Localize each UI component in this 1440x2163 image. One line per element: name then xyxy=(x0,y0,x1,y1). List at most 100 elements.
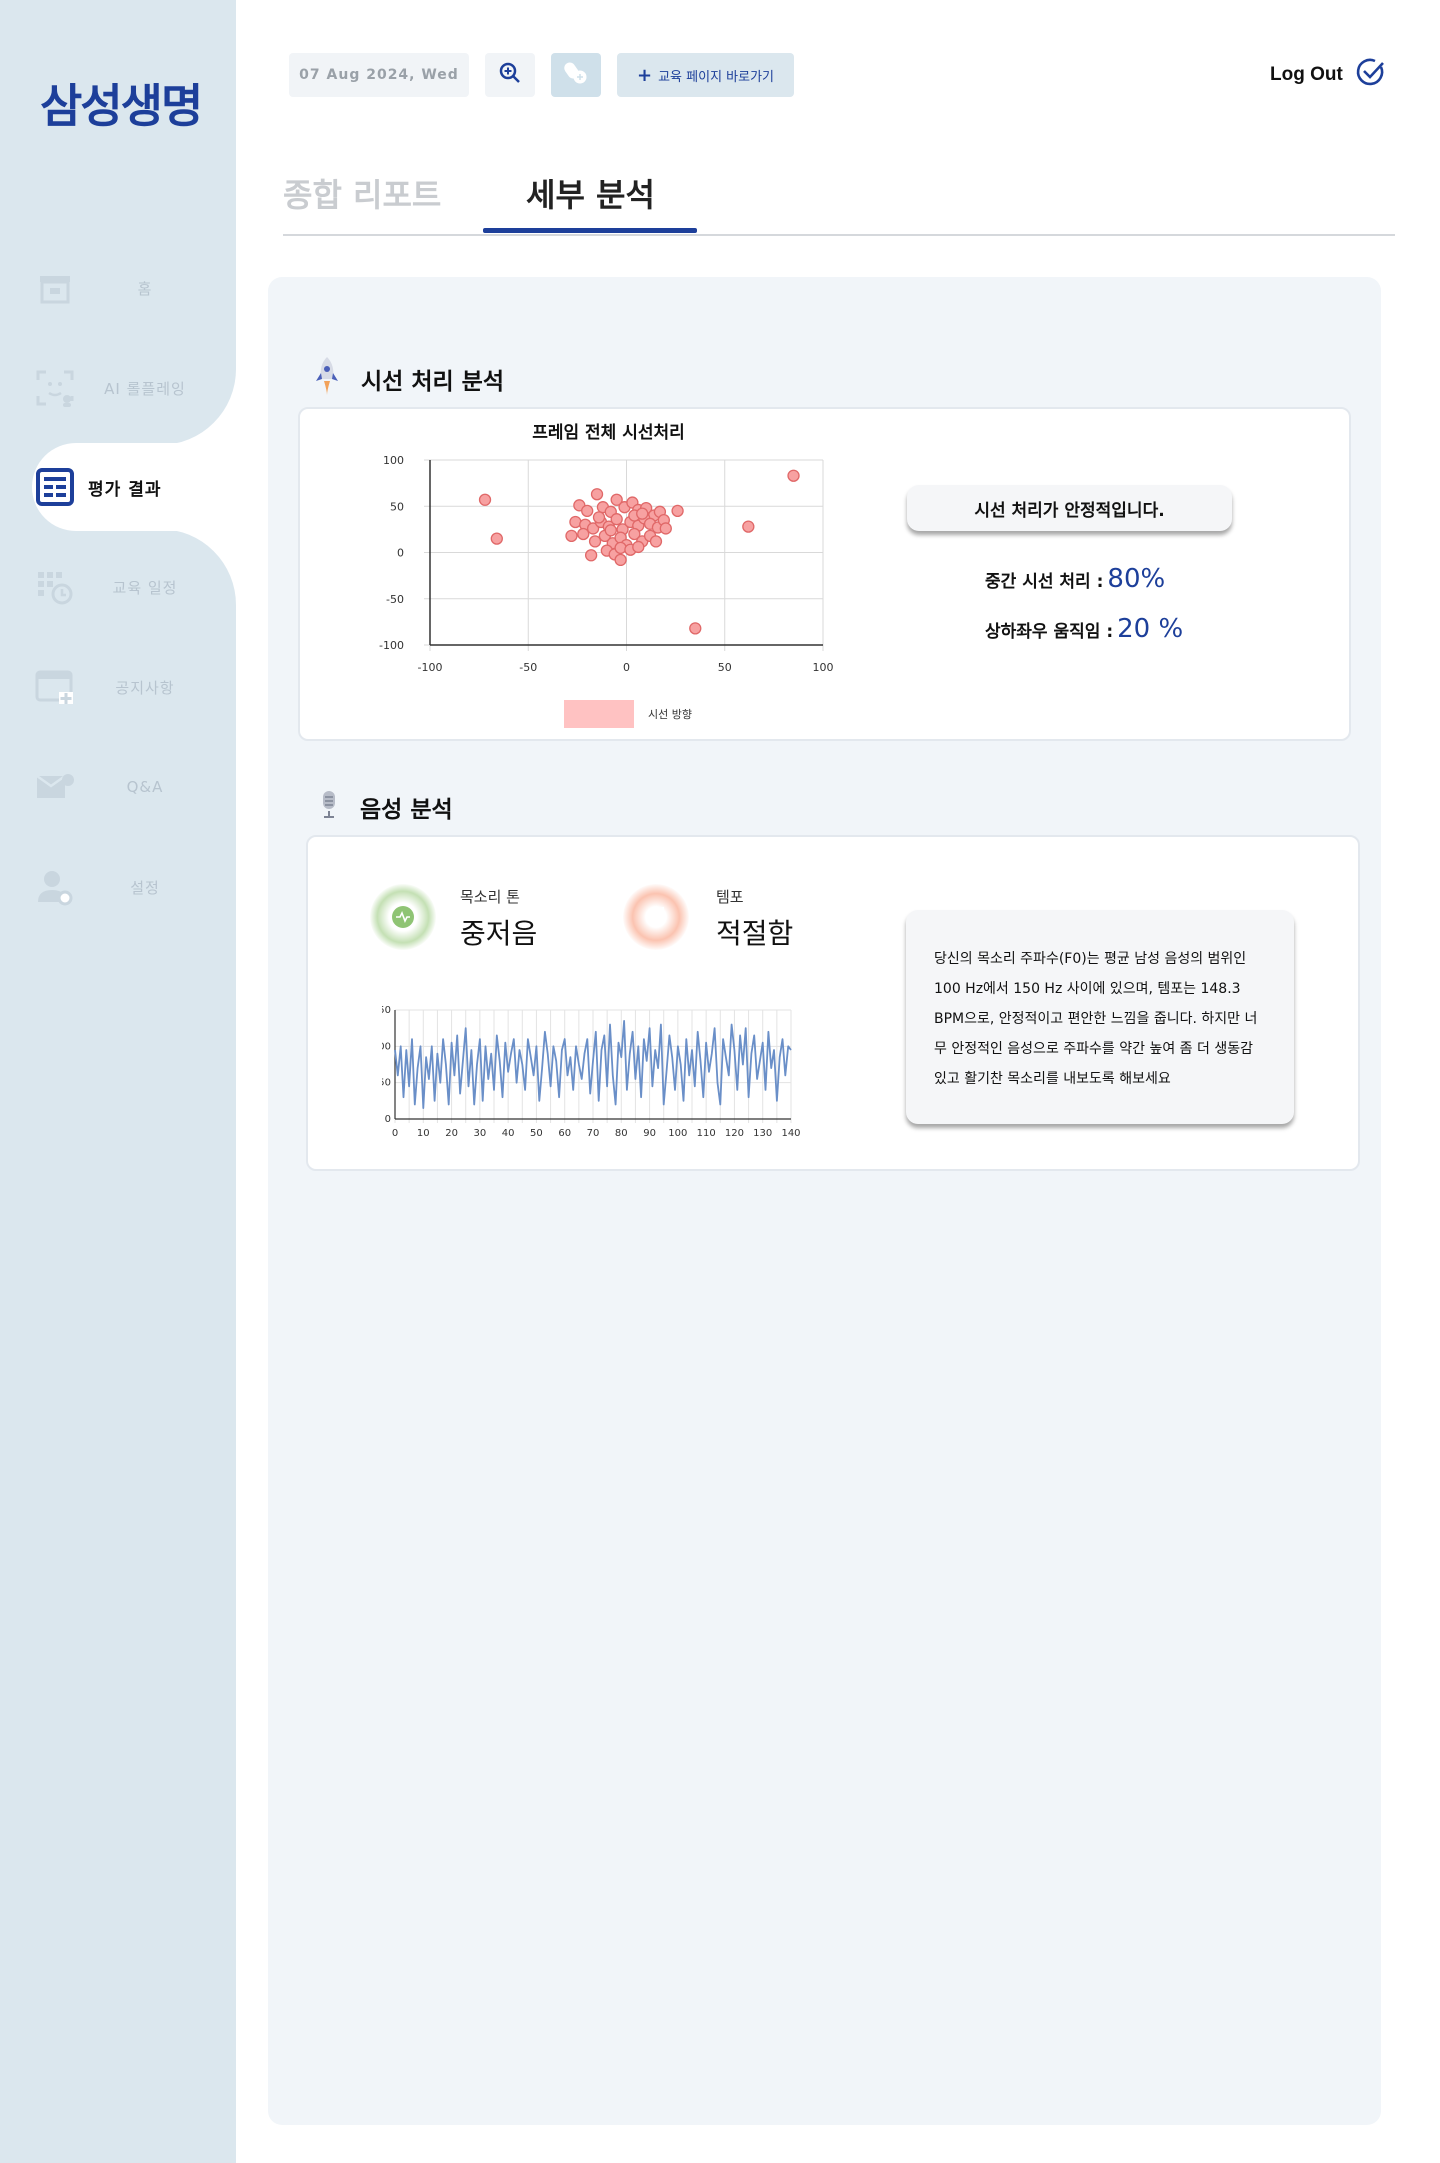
education-link-label: 교육 페이지 바로가기 xyxy=(658,69,774,85)
center-gaze-value: 80% xyxy=(1107,564,1166,594)
sidebar-item-notice[interactable]: 공지사항 xyxy=(0,637,236,737)
line-x-tick: 80 xyxy=(615,1128,628,1139)
scatter-y-tick: 50 xyxy=(390,500,404,513)
line-x-tick: 50 xyxy=(530,1128,543,1139)
line-x-tick: 60 xyxy=(558,1128,571,1139)
scatter-point xyxy=(632,540,645,554)
zoom-button[interactable] xyxy=(485,53,535,97)
center-gaze-stat: 중간 시선 처리 : 80% xyxy=(985,564,1165,594)
line-x-tick: 0 xyxy=(392,1128,398,1139)
scatter-point xyxy=(590,488,604,501)
settings-user-icon xyxy=(34,866,76,908)
line-x-tick: 90 xyxy=(643,1128,656,1139)
scatter-point xyxy=(592,511,606,524)
tempo-value: 적절함 xyxy=(716,917,794,950)
voice-description-box: 당신의 목소리 주파수(F0)는 평균 남성 음성의 범위인 100 Hz에서 … xyxy=(906,910,1294,1124)
line-x-tick: 30 xyxy=(473,1128,486,1139)
line-x-tick: 100 xyxy=(668,1128,687,1139)
line-x-tick: 20 xyxy=(445,1128,458,1139)
scatter-x-tick: 50 xyxy=(718,661,732,674)
sidebar-item-label: 교육 일정 xyxy=(112,578,178,597)
scatter-point xyxy=(787,469,800,482)
zoom-in-icon xyxy=(499,62,521,88)
sidebar-item-label: 홈 xyxy=(137,279,153,298)
voice-frequency-line-chart: 0 10 20 30 40 50 60 70 80 90 100 110 120 130 140 150 100… xyxy=(382,1005,801,1139)
voice-title-text: 음성 분석 xyxy=(360,797,453,823)
gaze-status-pill: 시선 처리가 안정적입니다. xyxy=(907,485,1232,531)
line-x-tick: 130 xyxy=(753,1128,772,1139)
sidebar-item-qa[interactable]: Q&A xyxy=(0,737,236,837)
sidebar-item-evaluation-result[interactable]: 평가 결과 xyxy=(0,437,236,537)
line-x-tick: 110 xyxy=(697,1128,716,1139)
scatter-point xyxy=(636,507,649,520)
tab-detailed-analysis[interactable]: 세부 분석 xyxy=(526,170,655,216)
sidebar: 삼성생명 홈 AI 롤플레잉 평가 결과 교육 일정 공지사항 Q&A 설정 xyxy=(0,0,236,2163)
music-note-icon xyxy=(623,884,689,950)
gaze-scatter-chart: 프레임 전체 시선처리 -100 -50 0 50 100 100 50 0 -50 -100 시선 … xyxy=(379,422,834,728)
line-y-tick: 150 xyxy=(382,1005,391,1016)
report-icon xyxy=(34,466,76,508)
notice-icon xyxy=(34,666,76,708)
qa-icon xyxy=(34,766,76,808)
scatter-y-tick: -100 xyxy=(379,639,404,652)
voice-tone-value: 중저음 xyxy=(460,917,538,950)
voice-tone-label: 목소리 톤 xyxy=(460,888,520,906)
scatter-point xyxy=(649,535,663,548)
scatter-x-tick: -50 xyxy=(519,661,537,674)
line-x-tick: 10 xyxy=(417,1128,430,1139)
scatter-point xyxy=(614,541,627,555)
scatter-legend-label: 시선 방향 xyxy=(648,708,692,721)
scatter-point xyxy=(671,504,684,518)
movement-value: 20 % xyxy=(1117,614,1184,644)
scatter-point xyxy=(604,524,617,537)
active-tab-underline xyxy=(483,228,697,233)
sidebar-item-label: 평가 결과 xyxy=(88,479,162,500)
pills-icon xyxy=(563,60,589,90)
line-y-tick: 100 xyxy=(382,1041,391,1052)
scatter-x-tick: 0 xyxy=(623,661,630,674)
sidebar-item-label: 공지사항 xyxy=(115,678,175,697)
sidebar-item-ai-roleplay[interactable]: AI 롤플레잉 xyxy=(0,338,236,438)
gaze-section-title: 시선 처리 분석 xyxy=(313,355,504,403)
line-x-tick: 40 xyxy=(502,1128,515,1139)
scatter-y-tick: 0 xyxy=(397,547,404,560)
scatter-point xyxy=(742,520,755,533)
sidebar-item-label: Q&A xyxy=(126,778,164,796)
scatter-point xyxy=(490,532,503,545)
voice-section-title: 음성 분석 xyxy=(318,789,453,825)
scatter-point xyxy=(689,622,702,635)
sidebar-item-label: AI 롤플레잉 xyxy=(104,379,186,398)
sidebar-item-home[interactable]: 홈 xyxy=(0,238,236,338)
scatter-point xyxy=(577,527,590,541)
education-page-link-button[interactable]: + 교육 페이지 바로가기 xyxy=(617,53,794,97)
line-y-tick: 50 xyxy=(382,1078,391,1089)
scatter-point xyxy=(478,493,492,506)
movement-label: 상하좌우 움직임 : xyxy=(985,622,1114,642)
sidebar-item-label: 설정 xyxy=(130,878,160,897)
sidebar-item-schedule[interactable]: 교육 일정 xyxy=(0,537,236,637)
scatter-x-tick: -100 xyxy=(418,661,443,674)
line-x-tick: 140 xyxy=(781,1128,800,1139)
line-x-tick: 70 xyxy=(587,1128,600,1139)
scatter-legend-swatch xyxy=(564,700,634,728)
voice-tone-icon xyxy=(370,884,436,950)
plus-icon: + xyxy=(637,64,653,86)
scatter-y-tick: -50 xyxy=(386,593,404,606)
scatter-x-tick: 100 xyxy=(813,661,834,674)
scatter-point xyxy=(565,529,578,542)
logout-button[interactable]: Log Out xyxy=(1270,58,1385,90)
tempo-label: 템포 xyxy=(716,888,744,906)
brand-logo[interactable]: 삼성생명 xyxy=(40,70,203,136)
rocket-icon xyxy=(313,355,341,403)
sidebar-item-settings[interactable]: 설정 xyxy=(0,837,236,937)
logout-label: Log Out xyxy=(1270,64,1343,85)
microphone-icon xyxy=(318,789,340,825)
scatter-point xyxy=(581,504,594,518)
line-y-tick: 0 xyxy=(385,1114,391,1125)
tab-overall-report[interactable]: 종합 리포트 xyxy=(283,170,441,216)
scatter-title: 프레임 전체 시선처리 xyxy=(532,422,685,443)
gaze-title-text: 시선 처리 분석 xyxy=(361,369,504,395)
scatter-point xyxy=(584,549,598,562)
face-scan-icon xyxy=(34,367,76,409)
pill-button[interactable] xyxy=(551,53,601,97)
